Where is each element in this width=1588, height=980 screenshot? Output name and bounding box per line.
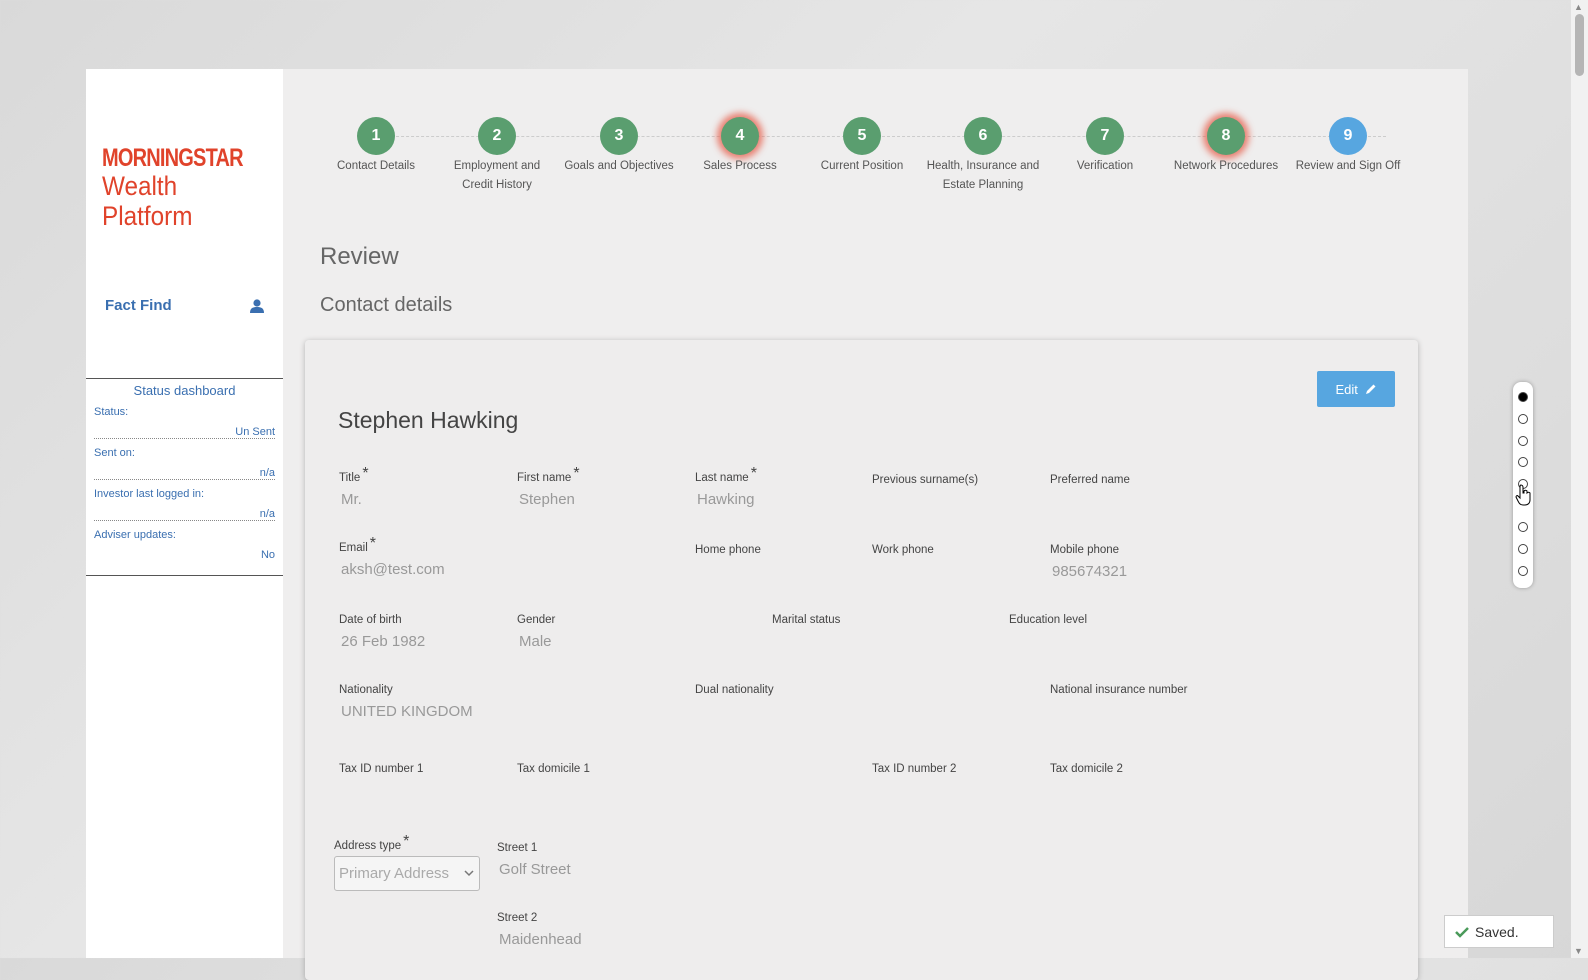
step-employment[interactable]: 2 Employment and Credit History <box>437 117 557 195</box>
pager-dot[interactable] <box>1518 522 1528 532</box>
scrollbar-thumb[interactable] <box>1575 14 1584 76</box>
progress-stepper: 1 Contact Details 2 Employment and Credit … <box>326 117 1446 217</box>
last-name-field: Last name * Hawking <box>695 465 757 508</box>
pager-dot[interactable] <box>1518 414 1528 424</box>
sidebar: MORNINGSTAR Wealth Platform Fact Find St… <box>86 69 283 958</box>
page-title: Review <box>320 243 399 270</box>
check-icon <box>1455 927 1469 938</box>
status-dashboard: Status dashboard Status: Un Sent Sent on:… <box>86 378 283 576</box>
scroll-up-icon[interactable]: ▲ <box>1574 2 1583 12</box>
section-title: Contact details <box>320 294 453 316</box>
first-name-field: First name * Stephen <box>517 465 580 508</box>
pager-dot[interactable] <box>1518 457 1528 467</box>
app-container: MORNINGSTAR Wealth Platform Fact Find St… <box>86 69 1468 980</box>
nationality-field: Nationality UNITED KINGDOM <box>339 684 473 720</box>
step-review-sign-off[interactable]: 9 Review and Sign Off <box>1288 117 1408 176</box>
person-name: Stephen Hawking <box>338 407 519 433</box>
preferred-name-field: Preferred name <box>1050 474 1130 486</box>
page-scrollbar[interactable]: ▲ ▼ <box>1571 0 1588 958</box>
hand-cursor-icon <box>1515 484 1531 506</box>
home-phone-field: Home phone <box>695 544 761 556</box>
education-level-field: Education level <box>1009 614 1087 626</box>
tax-id-2-field: Tax ID number 2 <box>872 763 957 775</box>
required-marker: * <box>403 833 410 850</box>
dual-nationality-field: Dual nationality <box>695 684 774 696</box>
title-field: Title * Mr. <box>339 465 369 508</box>
previous-surnames-field: Previous surname(s) <box>872 474 979 486</box>
user-icon[interactable] <box>249 298 265 314</box>
dob-field: Date of birth 26 Feb 1982 <box>339 614 426 650</box>
required-marker: * <box>369 535 376 552</box>
address-type-field: Address type * Primary Address <box>334 833 480 891</box>
step-goals[interactable]: 3 Goals and Objectives <box>559 117 679 176</box>
status-row: Adviser updates: No <box>94 529 275 561</box>
pager-dot[interactable] <box>1518 436 1528 446</box>
email-field: Email * aksh@test.com <box>339 535 445 578</box>
address-type-select[interactable]: Primary Address <box>334 856 480 891</box>
pencil-icon <box>1365 384 1376 394</box>
status-row: Sent on: n/a <box>94 447 275 480</box>
tax-id-1-field: Tax ID number 1 <box>339 763 424 775</box>
status-dashboard-title: Status dashboard <box>133 383 236 398</box>
required-marker: * <box>362 465 369 482</box>
marital-status-field: Marital status <box>772 614 841 626</box>
tax-domicile-2-field: Tax domicile 2 <box>1050 763 1123 775</box>
saved-toast: Saved. <box>1444 915 1554 948</box>
morningstar-logo[interactable]: MORNINGSTAR Wealth Platform <box>102 145 283 231</box>
scroll-down-icon[interactable]: ▼ <box>1574 946 1583 956</box>
step-verification[interactable]: 7 Verification <box>1045 117 1165 176</box>
chevron-down-icon <box>464 870 474 877</box>
pager-dot[interactable] <box>1518 392 1528 402</box>
street-2-field: Street 2 Maidenhead <box>497 912 582 948</box>
gender-field: Gender Male <box>517 614 556 650</box>
step-network-procedures[interactable]: 8 Network Procedures <box>1166 117 1286 176</box>
street-1-field: Street 1 Golf Street <box>497 842 571 878</box>
tax-domicile-1-field: Tax domicile 1 <box>517 763 590 775</box>
status-row: Status: Un Sent <box>94 406 275 439</box>
step-contact-details[interactable]: 1 Contact Details <box>316 117 436 176</box>
mobile-phone-field: Mobile phone 985674321 <box>1050 544 1128 580</box>
contact-details-card: Edit Stephen Hawking Title * Mr. First nam… <box>305 340 1418 980</box>
step-health-insurance[interactable]: 6 Health, Insurance and Estate Planning <box>923 117 1043 195</box>
step-current-position[interactable]: 5 Current Position <box>802 117 922 176</box>
status-row: Investor last logged in: n/a <box>94 488 275 521</box>
work-phone-field: Work phone <box>872 544 934 556</box>
ni-number-field: National insurance number <box>1050 684 1188 696</box>
required-marker: * <box>573 465 580 482</box>
required-marker: * <box>750 465 757 482</box>
pager-dot[interactable] <box>1518 544 1528 554</box>
fact-find-link[interactable]: Fact Find <box>105 297 265 314</box>
edit-button[interactable]: Edit <box>1317 371 1395 407</box>
step-sales-process[interactable]: 4 Sales Process <box>680 117 800 176</box>
pager-dot[interactable] <box>1518 566 1528 576</box>
